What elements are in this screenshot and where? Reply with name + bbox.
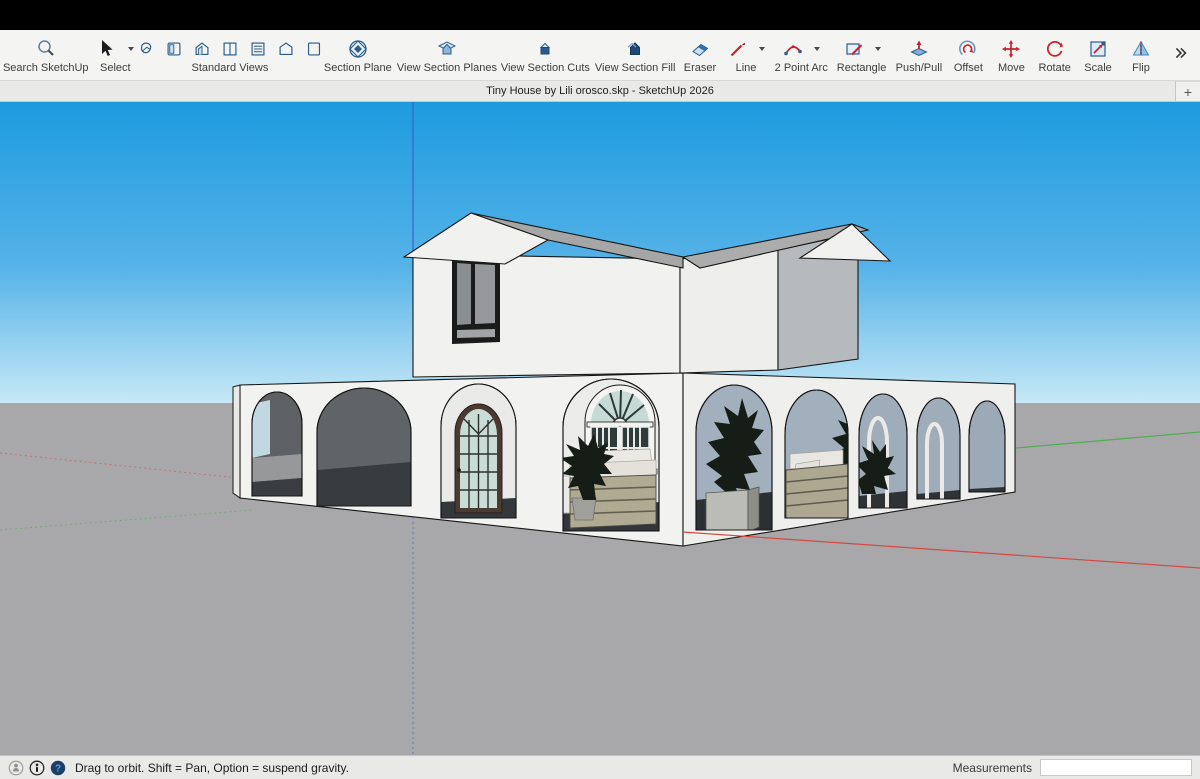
tool-label: Eraser — [684, 62, 716, 74]
tool-label: Flip — [1132, 62, 1150, 74]
tool-label: Move — [998, 62, 1025, 74]
tool-label: Standard Views — [192, 62, 269, 74]
push-pull-icon — [908, 38, 930, 60]
rectangle-icon — [843, 38, 865, 60]
tool-label: Scale — [1084, 62, 1112, 74]
sv-iso-icon[interactable] — [136, 39, 156, 59]
dropdown-caret-icon[interactable] — [759, 47, 765, 51]
eraser-icon — [689, 38, 711, 60]
sv-bottom-icon[interactable] — [304, 39, 324, 59]
new-tab-button[interactable]: + — [1175, 81, 1200, 101]
dropdown-caret-icon[interactable] — [875, 47, 881, 51]
view-section-planes-icon — [436, 38, 458, 60]
flip-icon — [1130, 38, 1152, 60]
tool-label: Line — [736, 62, 757, 74]
tool-search-sketchup[interactable]: Search SketchUp — [8, 35, 84, 74]
rotate-icon — [1044, 38, 1066, 60]
tool-rotate[interactable]: Rotate — [1040, 35, 1069, 74]
tool-select[interactable]: Select — [99, 35, 133, 74]
upper-front-right-wall — [680, 250, 778, 373]
arch2-interior — [315, 386, 413, 508]
menu-bar — [0, 0, 1200, 30]
view-section-fill-icon — [624, 38, 646, 60]
status-bar: ? Drag to orbit. Shift = Pan, Option = s… — [0, 755, 1200, 779]
tool-2-point-arc[interactable]: 2 Point Arc — [778, 35, 825, 74]
upper-window — [452, 256, 500, 344]
status-hint-text: Drag to orbit. Shift = Pan, Option = sus… — [75, 761, 349, 775]
two-point-arc-icon — [782, 38, 804, 60]
tool-flip[interactable]: Flip — [1127, 35, 1155, 74]
search-icon — [35, 38, 57, 60]
outdoor-sofa-right — [786, 450, 848, 523]
svg-text:?: ? — [55, 763, 61, 774]
tool-label: Offset — [954, 62, 983, 74]
measurements-label: Measurements — [953, 761, 1032, 775]
offset-icon — [957, 38, 979, 60]
tab-bar: Tiny House by Lili orosco.skp - SketchUp… — [0, 81, 1200, 102]
sv-right-icon[interactable] — [220, 39, 240, 59]
sv-left-icon[interactable] — [276, 39, 296, 59]
tool-standard-views[interactable]: Standard Views — [147, 35, 313, 74]
sv-front-icon[interactable] — [192, 39, 212, 59]
tool-line[interactable]: Line — [729, 35, 763, 74]
tool-label: View Section Cuts — [501, 62, 590, 74]
measurements-input[interactable] — [1040, 759, 1192, 776]
door-handle — [457, 468, 461, 472]
tool-rectangle[interactable]: Rectangle — [840, 35, 884, 74]
tool-label: Rectangle — [837, 62, 887, 74]
tool-label: Select — [100, 62, 131, 74]
tool-push-pull[interactable]: Push/Pull — [898, 35, 939, 74]
concrete-planter — [706, 487, 759, 534]
front-door — [455, 404, 502, 513]
view-section-cuts-icon — [534, 38, 556, 60]
measurements-area: Measurements — [953, 759, 1192, 776]
tool-label: Rotate — [1039, 62, 1071, 74]
sv-back-icon[interactable] — [248, 39, 268, 59]
tool-view-section-fill[interactable]: View Section Fill — [600, 35, 671, 74]
tool-scale[interactable]: Scale — [1084, 35, 1112, 74]
line-icon — [727, 38, 749, 60]
tool-offset[interactable]: Offset — [954, 35, 982, 74]
tool-label: Search SketchUp — [3, 62, 89, 74]
tool-view-section-cuts[interactable]: View Section Cuts — [506, 35, 585, 74]
arcade-left-end-cap — [233, 385, 240, 498]
tool-view-section-planes[interactable]: View Section Planes — [403, 35, 491, 74]
select-icon — [96, 38, 118, 60]
tool-section-plane[interactable]: Section Plane — [328, 35, 388, 74]
help-icon[interactable]: ? — [50, 760, 66, 776]
move-icon — [1000, 38, 1022, 60]
sv-top-icon[interactable] — [164, 39, 184, 59]
toolbar-overflow-button[interactable] — [1170, 43, 1192, 68]
arch4-interior — [556, 377, 661, 535]
dropdown-caret-icon[interactable] — [128, 47, 134, 51]
tool-eraser[interactable]: Eraser — [686, 35, 715, 74]
toolbar: Search SketchUp Select Standard Views Se… — [0, 30, 1200, 81]
section-plane-icon — [347, 38, 369, 60]
tool-label: Section Plane — [324, 62, 392, 74]
document-tab-title[interactable]: Tiny House by Lili orosco.skp - SketchUp… — [486, 85, 714, 97]
dropdown-caret-icon[interactable] — [814, 47, 820, 51]
tool-label: View Section Planes — [397, 62, 497, 74]
tool-label: 2 Point Arc — [775, 62, 828, 74]
info-icon[interactable] — [29, 760, 45, 776]
tool-move[interactable]: Move — [997, 35, 1025, 74]
arch3-interior — [439, 382, 519, 522]
tool-label: Push/Pull — [896, 62, 942, 74]
viewport-3d-canvas[interactable] — [0, 102, 1200, 755]
scale-icon — [1087, 38, 1109, 60]
tool-label: View Section Fill — [595, 62, 676, 74]
geolocation-icon[interactable] — [8, 760, 24, 776]
arch5-interior — [694, 383, 776, 535]
viewport-3d[interactable] — [0, 102, 1200, 755]
